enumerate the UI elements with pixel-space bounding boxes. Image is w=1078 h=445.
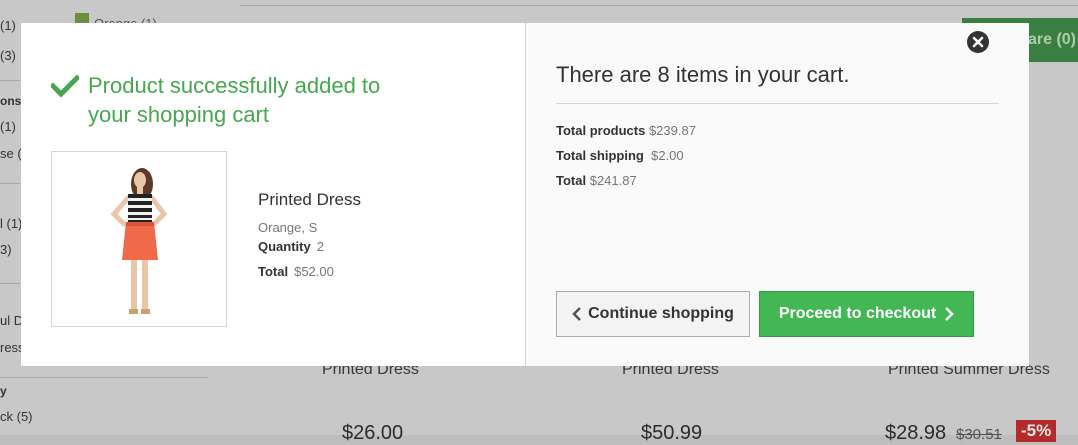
sidebar-text: ul D bbox=[0, 313, 24, 328]
product-total-row: Total $52.00 bbox=[258, 264, 334, 279]
divider bbox=[0, 377, 208, 378]
cart-summary-panel: There are 8 items in your cart. Total pr… bbox=[526, 23, 1029, 366]
sidebar-heading: y bbox=[0, 384, 7, 398]
total-shipping-label: Total shipping bbox=[556, 148, 644, 163]
divider bbox=[0, 183, 20, 184]
quantity-label: Quantity bbox=[258, 239, 311, 254]
divider bbox=[0, 283, 20, 284]
product-name: Printed Dress bbox=[258, 190, 361, 209]
continue-shopping-label: Continue shopping bbox=[588, 305, 734, 322]
check-icon bbox=[51, 75, 79, 97]
divider bbox=[240, 5, 1078, 6]
cart-items-title: There are 8 items in your cart. bbox=[556, 62, 850, 87]
proceed-to-checkout-button[interactable]: Proceed to checkout bbox=[759, 291, 974, 337]
divider bbox=[556, 103, 999, 104]
cart-total-label: Total bbox=[556, 173, 587, 188]
sidebar-text: (1) bbox=[0, 18, 16, 33]
sidebar-text: ck (5) bbox=[0, 409, 33, 424]
cart-total-value: $241.87 bbox=[589, 173, 637, 188]
discount-badge: -5% bbox=[1016, 420, 1057, 442]
product-image bbox=[51, 151, 227, 327]
chevron-right-icon bbox=[945, 307, 954, 321]
close-icon[interactable] bbox=[967, 31, 989, 53]
total-shipping-value: $2.00 bbox=[651, 148, 684, 163]
add-to-cart-modal: Product successfully added to your shopp… bbox=[21, 23, 1029, 366]
product-attributes: Orange, S bbox=[258, 220, 318, 235]
total-shipping-row: Total shipping $2.00 bbox=[556, 148, 684, 163]
sidebar-heading: ons bbox=[0, 94, 22, 108]
total-products-label: Total products bbox=[556, 123, 646, 138]
continue-shopping-button[interactable]: Continue shopping bbox=[556, 291, 750, 337]
product-total-value: $52.00 bbox=[294, 264, 334, 279]
success-message: Product successfully added to your shopp… bbox=[88, 73, 381, 127]
close-x-glyph bbox=[972, 36, 984, 48]
product-price: $26.00 bbox=[342, 422, 404, 444]
quantity-value: 2 bbox=[316, 239, 324, 254]
total-products-row: Total products $239.87 bbox=[556, 123, 696, 138]
sidebar-text: (3) bbox=[0, 48, 16, 63]
product-quantity-row: Quantity 2 bbox=[258, 239, 324, 254]
product-total-label: Total bbox=[258, 264, 289, 279]
cart-total-row: Total $241.87 bbox=[556, 173, 637, 188]
product-price: $50.99 bbox=[641, 422, 703, 444]
product-price: $28.98 bbox=[885, 422, 947, 444]
sidebar-text: 3) bbox=[0, 242, 12, 257]
product-added-panel: Product successfully added to your shopp… bbox=[21, 23, 526, 366]
divider bbox=[0, 80, 20, 81]
dress-photo bbox=[110, 168, 168, 314]
sidebar-text: l (1) bbox=[0, 216, 23, 231]
chevron-left-icon bbox=[572, 307, 582, 321]
total-products-value: $239.87 bbox=[648, 123, 696, 138]
checkout-label: Proceed to checkout bbox=[778, 305, 937, 322]
sidebar-text: (1) bbox=[0, 119, 16, 134]
